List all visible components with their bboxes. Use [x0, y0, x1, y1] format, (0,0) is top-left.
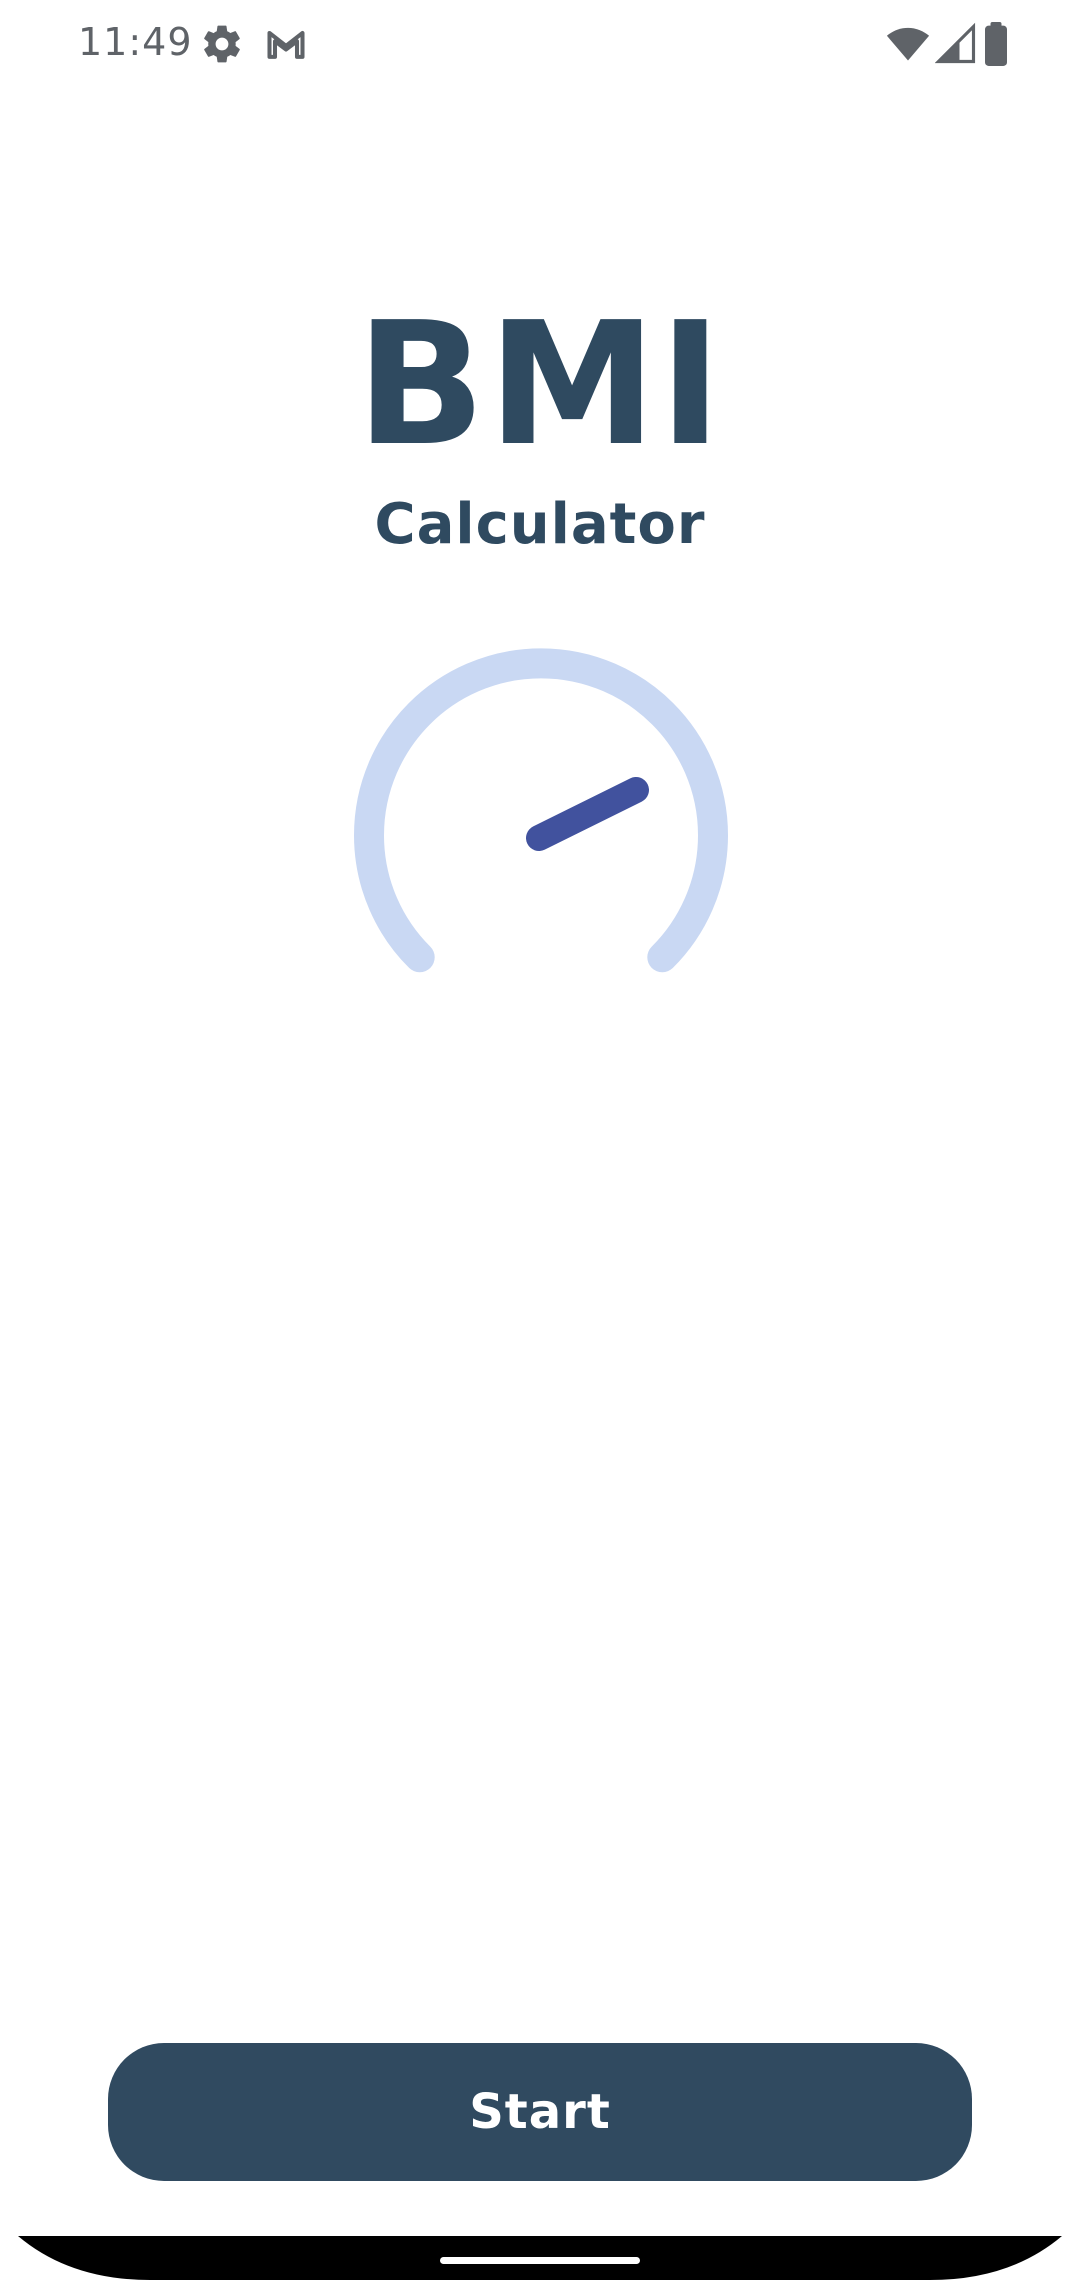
- home-handle: [440, 2257, 640, 2264]
- battery-icon: [985, 22, 1007, 66]
- gauge-needle: [526, 777, 649, 851]
- status-bar: 11:49: [0, 0, 1080, 88]
- gmail-icon: [267, 30, 305, 59]
- cellular-signal-icon: [935, 22, 976, 64]
- status-time: 11:49: [78, 20, 193, 64]
- gauge-logo-icon: [354, 648, 728, 973]
- settings-gear-icon: [204, 25, 240, 63]
- start-button[interactable]: Start: [108, 2043, 972, 2181]
- app-subtitle: Calculator: [374, 492, 706, 557]
- gauge-track: [354, 648, 728, 973]
- wifi-icon: [886, 27, 930, 61]
- app-title: BMI: [356, 286, 724, 484]
- gesture-navigation-bar: [18, 2236, 1062, 2280]
